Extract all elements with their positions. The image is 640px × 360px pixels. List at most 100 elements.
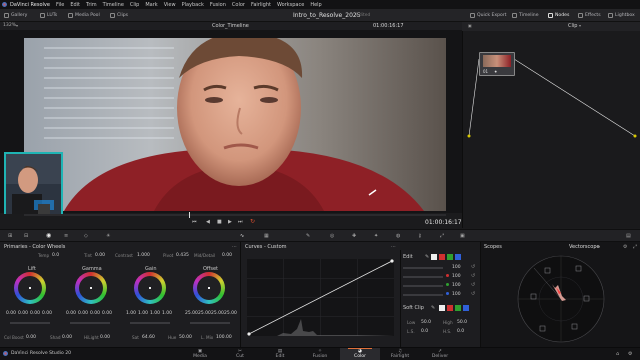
- qualifier-icon[interactable]: ✎: [306, 233, 310, 239]
- page-deliver[interactable]: ➚ Deliver: [420, 348, 460, 360]
- menu-help[interactable]: Help: [310, 2, 321, 8]
- softclip-white-swatch[interactable]: [439, 305, 445, 311]
- curve-graph[interactable]: [247, 259, 394, 336]
- lmix-value[interactable]: 100.00: [216, 335, 232, 340]
- channel-r-value[interactable]: 100: [452, 274, 461, 279]
- zoom-level[interactable]: 132%: [3, 23, 16, 28]
- low-value[interactable]: 50.0: [421, 320, 431, 325]
- lift-master-slider[interactable]: [10, 322, 50, 324]
- menu-view[interactable]: View: [164, 2, 176, 8]
- channel-b-value[interactable]: 100: [452, 292, 461, 297]
- gamma-puck[interactable]: [90, 287, 92, 289]
- motion-effects-icon[interactable]: ◇: [84, 233, 88, 239]
- channel-green-swatch[interactable]: [447, 254, 453, 260]
- magic-mask-icon[interactable]: ✦: [374, 233, 378, 239]
- video-frame[interactable]: [24, 38, 446, 211]
- scopes-toggle-icon[interactable]: ▤: [626, 233, 631, 239]
- timeline-name[interactable]: Color_Timeline: [212, 23, 249, 29]
- chevron-down-icon[interactable]: ▾: [579, 23, 581, 28]
- menu-edit[interactable]: Edit: [70, 2, 80, 8]
- home-icon[interactable]: ⌂: [616, 351, 619, 357]
- luts-button[interactable]: LUTs: [40, 12, 57, 19]
- gain-puck[interactable]: [149, 287, 151, 289]
- lift-r-value[interactable]: 0.00: [18, 311, 28, 316]
- channel-b-slider[interactable]: [403, 294, 443, 296]
- effects-button[interactable]: Effects: [578, 12, 601, 19]
- reset-y-icon[interactable]: ↺: [471, 264, 475, 270]
- blur-icon[interactable]: ◍: [396, 233, 400, 239]
- gamma-b-value[interactable]: 0.00: [102, 311, 112, 316]
- shad-value[interactable]: 0.00: [62, 335, 72, 340]
- page-edit[interactable]: ▤ Edit: [260, 348, 300, 360]
- softclip-green-swatch[interactable]: [455, 305, 461, 311]
- menu-trim[interactable]: Trim: [86, 2, 97, 8]
- offset-g-value[interactable]: 25.00: [211, 311, 224, 316]
- page-fusion[interactable]: ✧ Fusion: [300, 348, 340, 360]
- gain-wheel[interactable]: [134, 272, 166, 304]
- hs-value[interactable]: 0.0: [457, 329, 464, 334]
- menu-mark[interactable]: Mark: [145, 2, 157, 8]
- gamma-g-value[interactable]: 0.00: [90, 311, 100, 316]
- channel-r-slider[interactable]: [403, 276, 443, 278]
- gamma-y-value[interactable]: 0.00: [66, 311, 76, 316]
- softclip-blue-swatch[interactable]: [463, 305, 469, 311]
- page-cut[interactable]: ✂ Cut: [220, 348, 260, 360]
- channel-y-slider[interactable]: [403, 267, 443, 269]
- offset-y-value[interactable]: 25.00: [185, 311, 198, 316]
- corrector-node[interactable]: 01 ⚫: [479, 52, 515, 76]
- scope-type[interactable]: Vectorscope: [569, 244, 600, 250]
- menu-fairlight[interactable]: Fairlight: [251, 2, 271, 8]
- settings-icon[interactable]: ⚙: [628, 351, 632, 357]
- camera-raw-icon[interactable]: ⊞: [8, 233, 12, 239]
- loop-icon[interactable]: ↻: [250, 218, 255, 225]
- pen-icon[interactable]: ✎: [425, 254, 429, 260]
- play-icon[interactable]: ▶: [228, 219, 232, 225]
- go-to-start-icon[interactable]: ⏮: [192, 219, 197, 225]
- expand-icon[interactable]: ⤢: [633, 244, 637, 250]
- middetail-value[interactable]: 0.00: [222, 253, 232, 258]
- node-zoom-icon[interactable]: ▣: [468, 23, 472, 28]
- clips-button[interactable]: Clips: [110, 12, 128, 19]
- timeline-scrubber[interactable]: [24, 212, 446, 218]
- viewer[interactable]: [0, 30, 462, 213]
- channel-white-swatch[interactable]: [431, 254, 437, 260]
- pivot-value[interactable]: 0.435: [176, 253, 189, 258]
- lift-puck[interactable]: [29, 287, 31, 289]
- gain-y-value[interactable]: 1.00: [126, 311, 136, 316]
- hue-value[interactable]: 50.00: [179, 335, 192, 340]
- gamma-master-slider[interactable]: [70, 322, 110, 324]
- channel-g-value[interactable]: 100: [452, 283, 461, 288]
- channel-red-swatch[interactable]: [439, 254, 445, 260]
- reset-g-icon[interactable]: ↺: [471, 282, 475, 288]
- color-warper-icon[interactable]: ▦: [264, 233, 269, 239]
- softclip-pen-icon[interactable]: ✎: [431, 305, 435, 311]
- nodes-button[interactable]: Nodes: [548, 12, 569, 19]
- gain-master-slider[interactable]: [130, 322, 170, 324]
- colboost-value[interactable]: 0.00: [26, 335, 36, 340]
- offset-r-value[interactable]: 25.00: [198, 311, 211, 316]
- tracker-icon[interactable]: ✚: [352, 233, 356, 239]
- offset-b-value[interactable]: 25.00: [224, 311, 237, 316]
- lightbox-button[interactable]: Lightbox: [608, 12, 635, 19]
- media-pool-button[interactable]: Media Pool: [68, 12, 100, 19]
- menu-workspace[interactable]: Workspace: [277, 2, 304, 8]
- lift-g-value[interactable]: 0.00: [30, 311, 40, 316]
- curves-icon[interactable]: ∿: [240, 233, 244, 239]
- high-value[interactable]: 50.0: [457, 320, 467, 325]
- hdr-icon[interactable]: ☀: [106, 233, 110, 239]
- channel-blue-swatch[interactable]: [455, 254, 461, 260]
- gain-g-value[interactable]: 1.00: [150, 311, 160, 316]
- tint-value[interactable]: 0.00: [95, 253, 105, 258]
- timeline-button[interactable]: Timeline: [512, 12, 539, 19]
- menu-fusion[interactable]: Fusion: [210, 2, 226, 8]
- chevron-down-icon[interactable]: ▾: [598, 244, 600, 249]
- reset-r-icon[interactable]: ↺: [471, 273, 475, 279]
- menu-file[interactable]: File: [56, 2, 64, 8]
- softclip-red-swatch[interactable]: [447, 305, 453, 311]
- rgb-mixer-icon[interactable]: ≡: [64, 233, 68, 239]
- lift-wheel[interactable]: [14, 272, 46, 304]
- hilight-value[interactable]: 0.00: [100, 335, 110, 340]
- menu-timeline[interactable]: Timeline: [103, 2, 124, 8]
- color-match-icon[interactable]: ⊟: [24, 233, 28, 239]
- ls-value[interactable]: 0.0: [421, 329, 428, 334]
